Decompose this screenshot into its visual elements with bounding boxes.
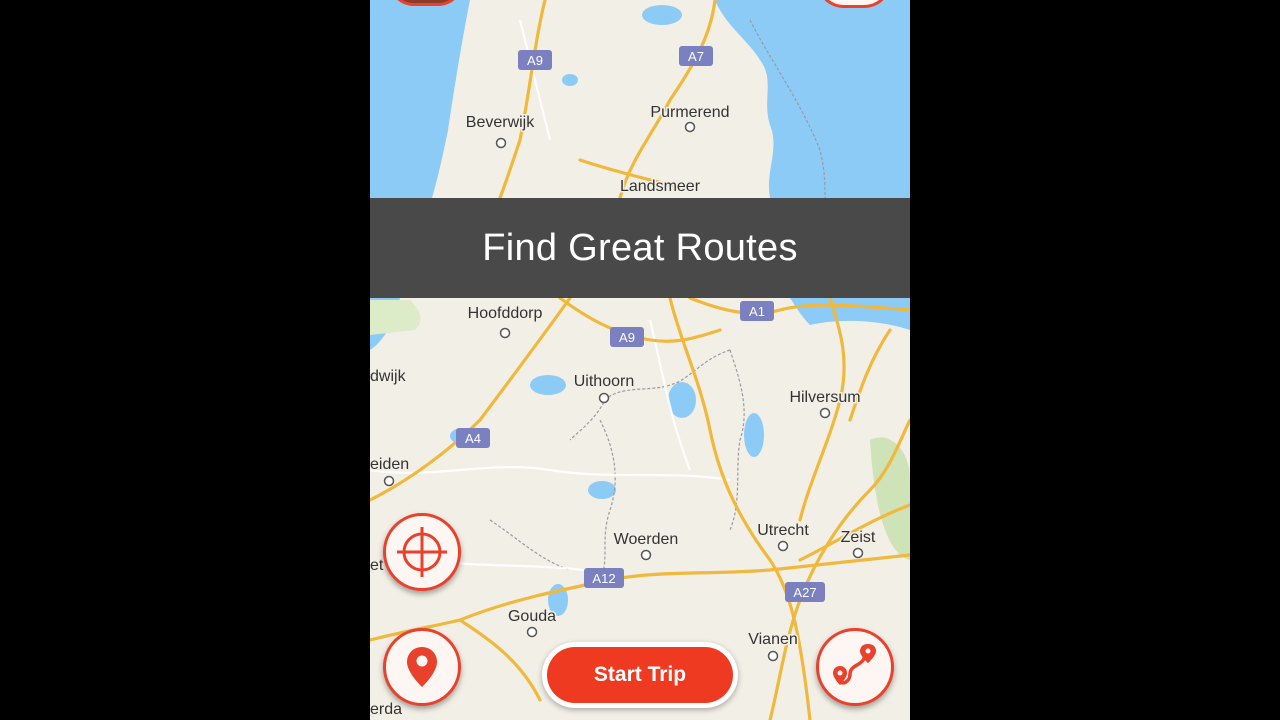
road-shield-a27: A27 [785, 582, 825, 602]
svg-text:A12: A12 [592, 571, 615, 586]
place-uithoorn: Uithoorn [574, 373, 634, 390]
svg-text:A4: A4 [465, 431, 481, 446]
road-shield-a9-bottom: A9 [610, 327, 644, 347]
svg-text:A1: A1 [749, 304, 765, 319]
place-hoofddorp: Hoofddorp [468, 305, 543, 322]
place-gouda: Gouda [508, 608, 556, 625]
place-landsmeer: Landsmeer [620, 178, 701, 195]
place-hilversum: Hilversum [789, 389, 860, 406]
map[interactable]: A9 A7 A1 A9 A4 A12 A27 Beverwijk Purmere… [370, 0, 910, 720]
place-vianen: Vianen [748, 631, 798, 648]
svg-text:A27: A27 [793, 585, 816, 600]
banner-title: Find Great Routes [482, 226, 798, 269]
place-purmerend: Purmerend [650, 104, 729, 121]
place-zeist: Zeist [841, 529, 876, 546]
route-icon [833, 644, 876, 685]
start-trip-label: Start Trip [547, 647, 733, 703]
place-woerden: Woerden [614, 531, 679, 548]
place-beverwijk: Beverwijk [466, 114, 535, 131]
svg-text:A9: A9 [619, 330, 635, 345]
location-pin-icon [407, 647, 437, 687]
locate-me-button[interactable] [383, 513, 461, 591]
road-shield-a7: A7 [679, 46, 713, 66]
add-location-button[interactable] [383, 628, 461, 706]
place-utrecht: Utrecht [757, 522, 809, 539]
road-shield-a9-top: A9 [518, 50, 552, 70]
place-erda: erda [370, 701, 402, 718]
road-shield-a12: A12 [584, 568, 624, 588]
place-eiden: eiden [370, 456, 409, 473]
route-button[interactable] [816, 628, 894, 706]
place-et: et [370, 557, 384, 574]
intro-banner: Find Great Routes [370, 198, 910, 298]
road-shield-a4: A4 [456, 428, 490, 448]
road-shield-a1: A1 [740, 301, 774, 321]
svg-text:A7: A7 [688, 49, 704, 64]
svg-text:A9: A9 [527, 53, 543, 68]
crosshair-icon [397, 527, 447, 577]
app-screen: A9 A7 A1 A9 A4 A12 A27 Beverwijk Purmere… [370, 0, 910, 720]
place-dwijk: dwijk [370, 368, 407, 385]
start-trip-button[interactable]: Start Trip [542, 642, 738, 708]
